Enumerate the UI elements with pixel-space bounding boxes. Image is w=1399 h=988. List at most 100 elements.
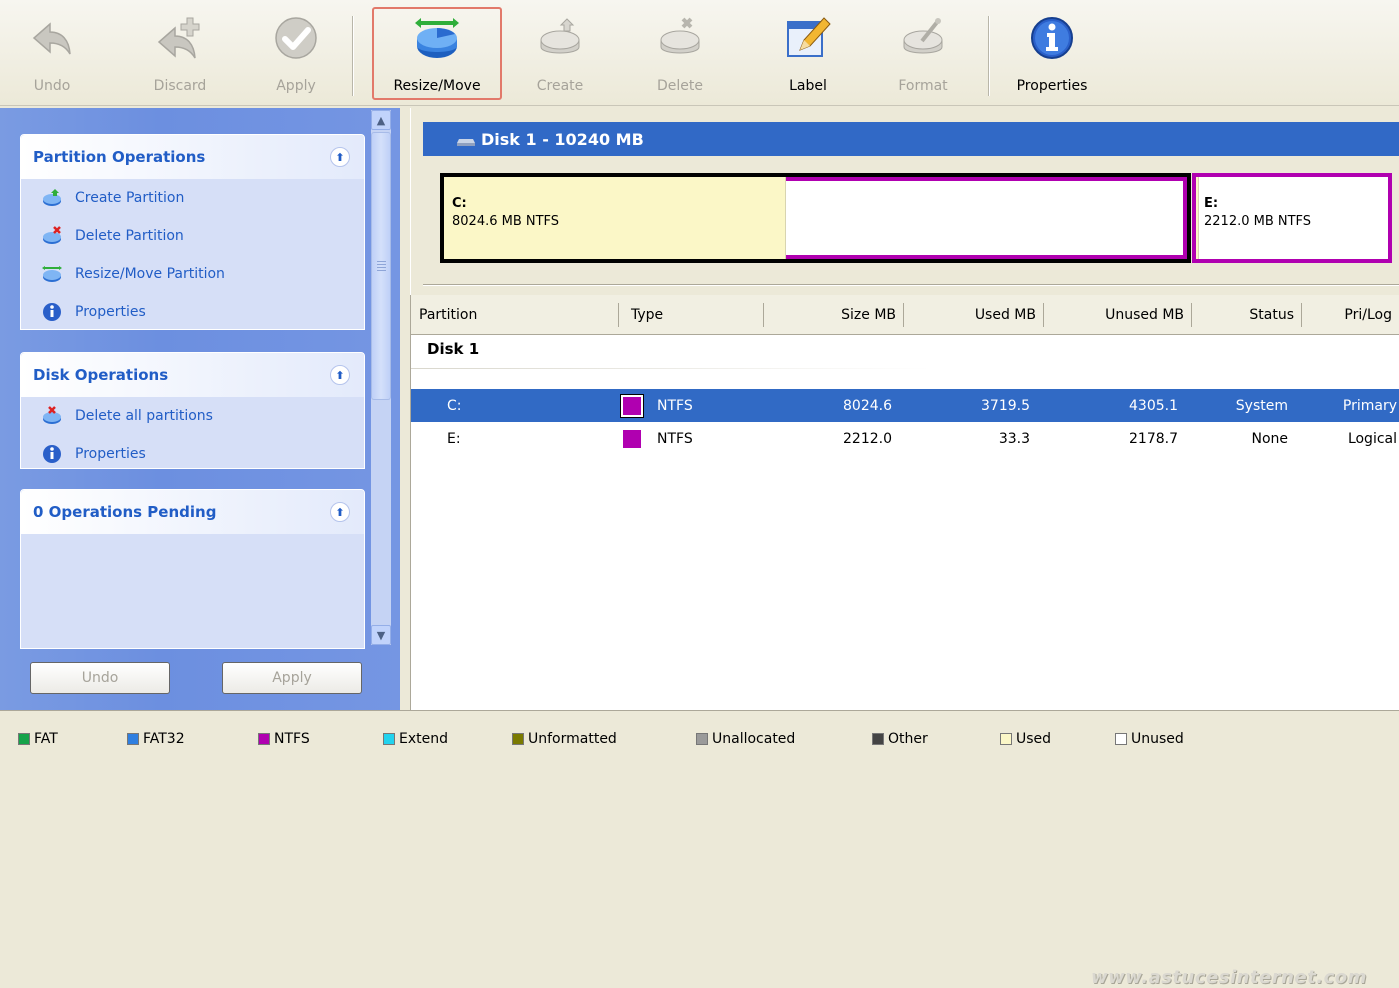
column-header-status[interactable]: Status	[1192, 295, 1302, 335]
undo-toolbar-button[interactable]: Undo	[22, 12, 82, 100]
legend-item-unallocated: Unallocated	[696, 731, 795, 747]
resize-move-disk-icon	[411, 12, 463, 64]
partition-block-label: C: 8024.6 MB NTFS	[452, 195, 559, 231]
undo-label: Undo	[33, 78, 71, 94]
table-row[interactable]: C: NTFS 8024.6 3719.5 4305.1 System Prim…	[411, 389, 1399, 422]
discard-button[interactable]: Discard	[144, 12, 216, 100]
label-label: Label	[789, 78, 827, 94]
properties-toolbar-button[interactable]: Properties	[1004, 12, 1100, 100]
label-pencil-icon	[782, 12, 834, 64]
cell-used: 33.3	[998, 430, 1030, 447]
legend-label: Extend	[399, 731, 448, 747]
used-space-bar	[1196, 177, 1199, 259]
item-label: Delete Partition	[75, 228, 184, 244]
fat32-swatch	[127, 733, 139, 745]
discard-icon	[154, 12, 206, 64]
format-button[interactable]: Format	[888, 12, 958, 100]
column-header-unused[interactable]: Unused MB	[1044, 295, 1192, 335]
delete-label: Delete	[657, 78, 703, 94]
item-label: Properties	[75, 446, 146, 462]
type-label: NTFS	[657, 397, 693, 414]
resize-move-button[interactable]: Resize/Move	[372, 7, 502, 100]
undo-arrow-icon	[26, 12, 78, 64]
partition-block-e[interactable]: E: 2212.0 MB NTFS	[1192, 173, 1392, 263]
checkmark-icon	[270, 12, 322, 64]
cell-unused: 4305.1	[1129, 397, 1178, 414]
disk-header[interactable]: Disk 1 - 10240 MB	[423, 122, 1399, 156]
partition-properties-link[interactable]: Properties	[21, 293, 364, 331]
divider	[423, 284, 1399, 286]
create-button[interactable]: Create	[528, 12, 592, 100]
legend-item-other: Other	[872, 731, 928, 747]
cell-type: NTFS	[620, 389, 693, 422]
undo-button[interactable]: Undo	[30, 662, 170, 694]
delete-partition-link[interactable]: Delete Partition	[21, 217, 364, 255]
delete-partition-icon	[41, 225, 63, 247]
column-header-type[interactable]: Type	[619, 295, 764, 335]
info-icon	[41, 443, 63, 465]
column-header-partition[interactable]: Partition	[411, 295, 619, 335]
delete-button[interactable]: Delete	[648, 12, 712, 100]
group-header[interactable]: Disk Operations ⬆	[21, 353, 364, 397]
format-label: Format	[898, 78, 948, 94]
create-label: Create	[536, 78, 584, 94]
ntfs-color-swatch	[623, 429, 641, 448]
partition-letter: C:	[452, 196, 467, 211]
info-icon	[41, 301, 63, 323]
partition-block-c[interactable]: C: 8024.6 MB NTFS	[440, 173, 1191, 263]
extend-swatch	[383, 733, 395, 745]
column-header-used[interactable]: Used MB	[904, 295, 1044, 335]
cell-type: NTFS	[623, 422, 693, 455]
create-partition-icon	[41, 187, 63, 209]
cell-status: System	[1235, 397, 1288, 414]
scroll-thumb[interactable]	[371, 132, 391, 400]
toolbar-separator	[988, 16, 989, 96]
legend-label: FAT	[34, 731, 58, 747]
label-button[interactable]: Label	[778, 12, 838, 100]
cell-status: None	[1251, 430, 1288, 447]
collapse-chevron-icon[interactable]: ⬆	[330, 147, 350, 167]
legend-item-fat32: FAT32	[127, 731, 185, 747]
format-icon	[897, 12, 949, 64]
column-header-prilog[interactable]: Pri/Log	[1302, 295, 1399, 335]
resize-move-icon	[41, 263, 63, 285]
legend-item-extend: Extend	[383, 731, 448, 747]
legend-item-ntfs: NTFS	[258, 731, 310, 747]
ntfs-color-swatch	[620, 393, 644, 418]
watermark: www.astucesinternet.com	[1091, 967, 1367, 988]
group-header[interactable]: 0 Operations Pending ⬆	[21, 490, 364, 534]
delete-all-partitions-link[interactable]: Delete all partitions	[21, 397, 364, 435]
unallocated-swatch	[696, 733, 708, 745]
resize-move-partition-link[interactable]: Resize/Move Partition	[21, 255, 364, 293]
table-row[interactable]: E: NTFS 2212.0 33.3 2178.7 None Logical	[411, 422, 1399, 455]
disk-group-label: Disk 1	[427, 340, 480, 358]
resize-move-label: Resize/Move	[393, 78, 481, 94]
cell-partition: E:	[447, 430, 461, 447]
collapse-chevron-icon[interactable]: ⬆	[330, 365, 350, 385]
legend-label: Unformatted	[528, 731, 617, 747]
legend-label: Unused	[1131, 731, 1184, 747]
discard-label: Discard	[153, 78, 207, 94]
toolbar-separator	[352, 16, 353, 96]
divider	[411, 368, 931, 369]
apply-toolbar-button[interactable]: Apply	[266, 12, 326, 100]
unformatted-swatch	[512, 733, 524, 745]
group-header[interactable]: Partition Operations ⬆	[21, 135, 364, 179]
scroll-up-arrow-icon[interactable]: ▲	[371, 110, 391, 130]
collapse-chevron-icon[interactable]: ⬆	[330, 502, 350, 522]
cell-partition: C:	[447, 397, 462, 414]
item-label: Properties	[75, 304, 146, 320]
legend-label: Unallocated	[712, 731, 796, 747]
disk-title: Disk 1 - 10240 MB	[481, 129, 644, 149]
legend-label: NTFS	[274, 731, 310, 747]
task-pane-scrollbar[interactable]: ▲ ▼	[371, 110, 391, 645]
disk-properties-link[interactable]: Properties	[21, 435, 364, 473]
apply-label: Apply	[276, 78, 316, 94]
scroll-down-arrow-icon[interactable]: ▼	[371, 625, 391, 645]
column-header-size[interactable]: Size MB	[764, 295, 904, 335]
create-partition-link[interactable]: Create Partition	[21, 179, 364, 217]
cell-unused: 2178.7	[1129, 430, 1178, 447]
partition-letter: E:	[1204, 196, 1219, 211]
apply-button[interactable]: Apply	[222, 662, 362, 694]
type-label: NTFS	[657, 430, 693, 447]
